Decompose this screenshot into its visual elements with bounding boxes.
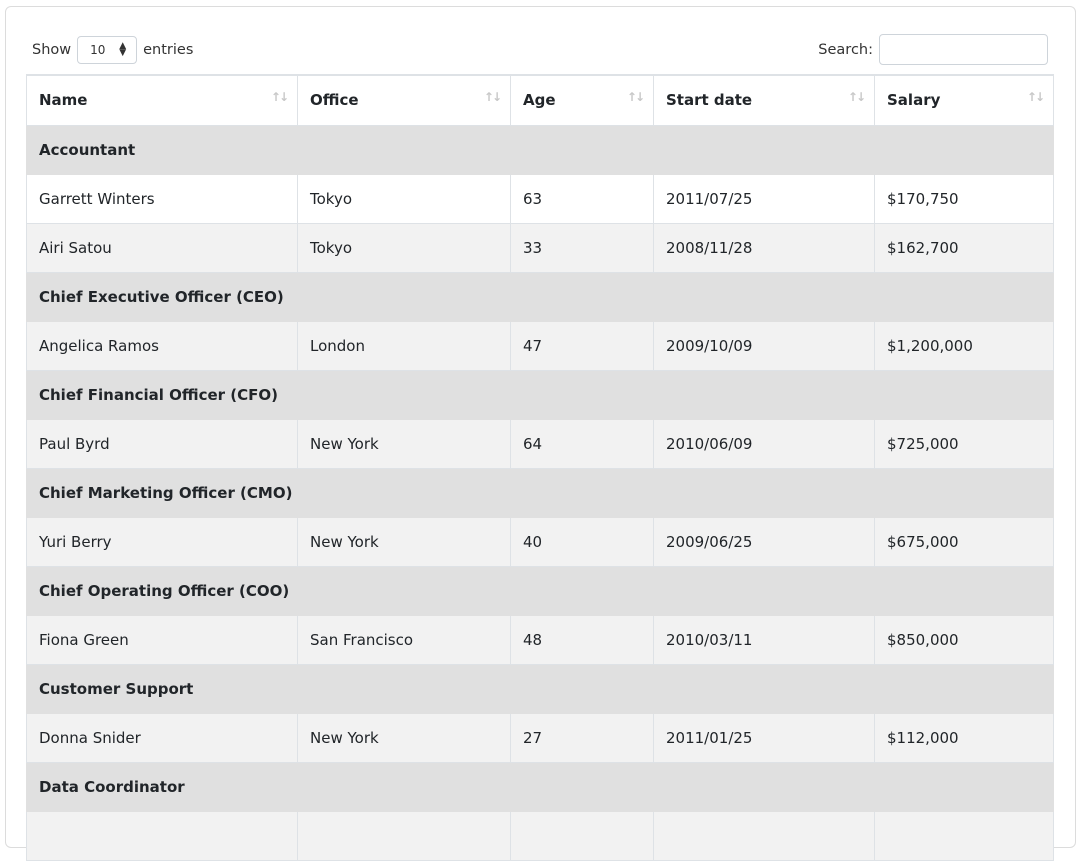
group-title: Chief Marketing Officer (CMO) (26, 467, 1054, 518)
entries-select-value: 10 (90, 43, 106, 57)
cell-name: Airi Satou (26, 222, 298, 273)
cell-salary: $725,000 (874, 418, 1054, 469)
table-row[interactable]: Garrett Winters Tokyo 63 2011/07/25 $170,750 (26, 173, 1054, 224)
column-header-office[interactable]: Office ↑↓ (297, 74, 511, 126)
cell-name: Angelica Ramos (26, 320, 298, 371)
employees-table: Name ↑↓ Office ↑↓ Age ↑↓ Start date ↑↓ Salary ↑↓ … (26, 74, 1054, 861)
show-label: Show (32, 42, 72, 58)
cell-salary (874, 810, 1054, 861)
cell-start-date: 2011/01/25 (653, 712, 875, 763)
cell-office: London (297, 320, 511, 371)
column-header-label: Office (310, 91, 359, 110)
entries-label: entries (143, 42, 194, 58)
cell-name (26, 810, 298, 861)
cell-salary: $112,000 (874, 712, 1054, 763)
cell-office (297, 810, 511, 861)
table-row[interactable] (26, 810, 1054, 861)
cell-age: 27 (510, 712, 654, 763)
cell-age: 47 (510, 320, 654, 371)
entries-select[interactable]: 10 ▲ ▼ (77, 36, 138, 64)
group-title: Customer Support (26, 663, 1054, 714)
column-header-name[interactable]: Name ↑↓ (26, 74, 298, 126)
table-row[interactable]: Yuri Berry New York 40 2009/06/25 $675,000 (26, 516, 1054, 567)
group-row: Customer Support (26, 663, 1054, 714)
group-row: Chief Executive Officer (CEO) (26, 271, 1054, 322)
updown-arrows-icon: ▲ ▼ (119, 41, 127, 58)
cell-start-date: 2010/06/09 (653, 418, 875, 469)
cell-office: New York (297, 712, 511, 763)
group-title: Chief Executive Officer (CEO) (26, 271, 1054, 322)
cell-name: Paul Byrd (26, 418, 298, 469)
cell-start-date: 2010/03/11 (653, 614, 875, 665)
group-title: Accountant (26, 124, 1054, 175)
cell-name: Donna Snider (26, 712, 298, 763)
cell-age: 63 (510, 173, 654, 224)
cell-office: New York (297, 418, 511, 469)
sort-arrows-icon: ↑↓ (847, 90, 866, 104)
table-row[interactable]: Donna Snider New York 27 2011/01/25 $112,000 (26, 712, 1054, 763)
sort-arrows-icon: ↑↓ (626, 90, 645, 104)
cell-start-date: 2008/11/28 (653, 222, 875, 273)
group-row: Data Coordinator (26, 761, 1054, 812)
cell-salary: $675,000 (874, 516, 1054, 567)
cell-salary: $170,750 (874, 173, 1054, 224)
group-row: Chief Financial Officer (CFO) (26, 369, 1054, 420)
column-header-start-date[interactable]: Start date ↑↓ (653, 74, 875, 126)
cell-age: 48 (510, 614, 654, 665)
cell-start-date: 2011/07/25 (653, 173, 875, 224)
group-title: Data Coordinator (26, 761, 1054, 812)
cell-name: Yuri Berry (26, 516, 298, 567)
group-title: Chief Financial Officer (CFO) (26, 369, 1054, 420)
column-header-salary[interactable]: Salary ↑↓ (874, 74, 1054, 126)
table-row[interactable]: Angelica Ramos London 47 2009/10/09 $1,200,0… (26, 320, 1054, 371)
search-input[interactable] (879, 34, 1048, 65)
column-header-age[interactable]: Age ↑↓ (510, 74, 654, 126)
search-label: Search: (818, 41, 873, 58)
cell-name: Garrett Winters (26, 173, 298, 224)
table-row[interactable]: Airi Satou Tokyo 33 2008/11/28 $162,700 (26, 222, 1054, 273)
cell-age (510, 810, 654, 861)
cell-age: 64 (510, 418, 654, 469)
cell-salary: $850,000 (874, 614, 1054, 665)
cell-age: 33 (510, 222, 654, 273)
column-header-label: Name (39, 91, 88, 110)
search-control: Search: (818, 34, 1048, 65)
group-row: Chief Operating Officer (COO) (26, 565, 1054, 616)
entries-length-control: Show 10 ▲ ▼ entries (32, 35, 193, 65)
group-row: Accountant (26, 124, 1054, 175)
column-header-label: Start date (666, 91, 753, 110)
cell-age: 40 (510, 516, 654, 567)
sort-arrows-icon: ↑↓ (1026, 90, 1045, 104)
cell-office: Tokyo (297, 222, 511, 273)
cell-office: Tokyo (297, 173, 511, 224)
group-title: Chief Operating Officer (COO) (26, 565, 1054, 616)
cell-office: San Francisco (297, 614, 511, 665)
cell-salary: $162,700 (874, 222, 1054, 273)
table-row[interactable]: Fiona Green San Francisco 48 2010/03/11 $850… (26, 614, 1054, 665)
cell-start-date: 2009/10/09 (653, 320, 875, 371)
table-row[interactable]: Paul Byrd New York 64 2010/06/09 $725,000 (26, 418, 1054, 469)
column-header-label: Salary (887, 91, 941, 110)
cell-salary: $1,200,000 (874, 320, 1054, 371)
group-row: Chief Marketing Officer (CMO) (26, 467, 1054, 518)
cell-start-date: 2009/06/25 (653, 516, 875, 567)
column-header-label: Age (523, 91, 556, 110)
cell-name: Fiona Green (26, 614, 298, 665)
cell-office: New York (297, 516, 511, 567)
sort-arrows-icon: ↑↓ (483, 90, 502, 104)
cell-start-date (653, 810, 875, 861)
sort-arrows-icon: ↑↓ (270, 90, 289, 104)
